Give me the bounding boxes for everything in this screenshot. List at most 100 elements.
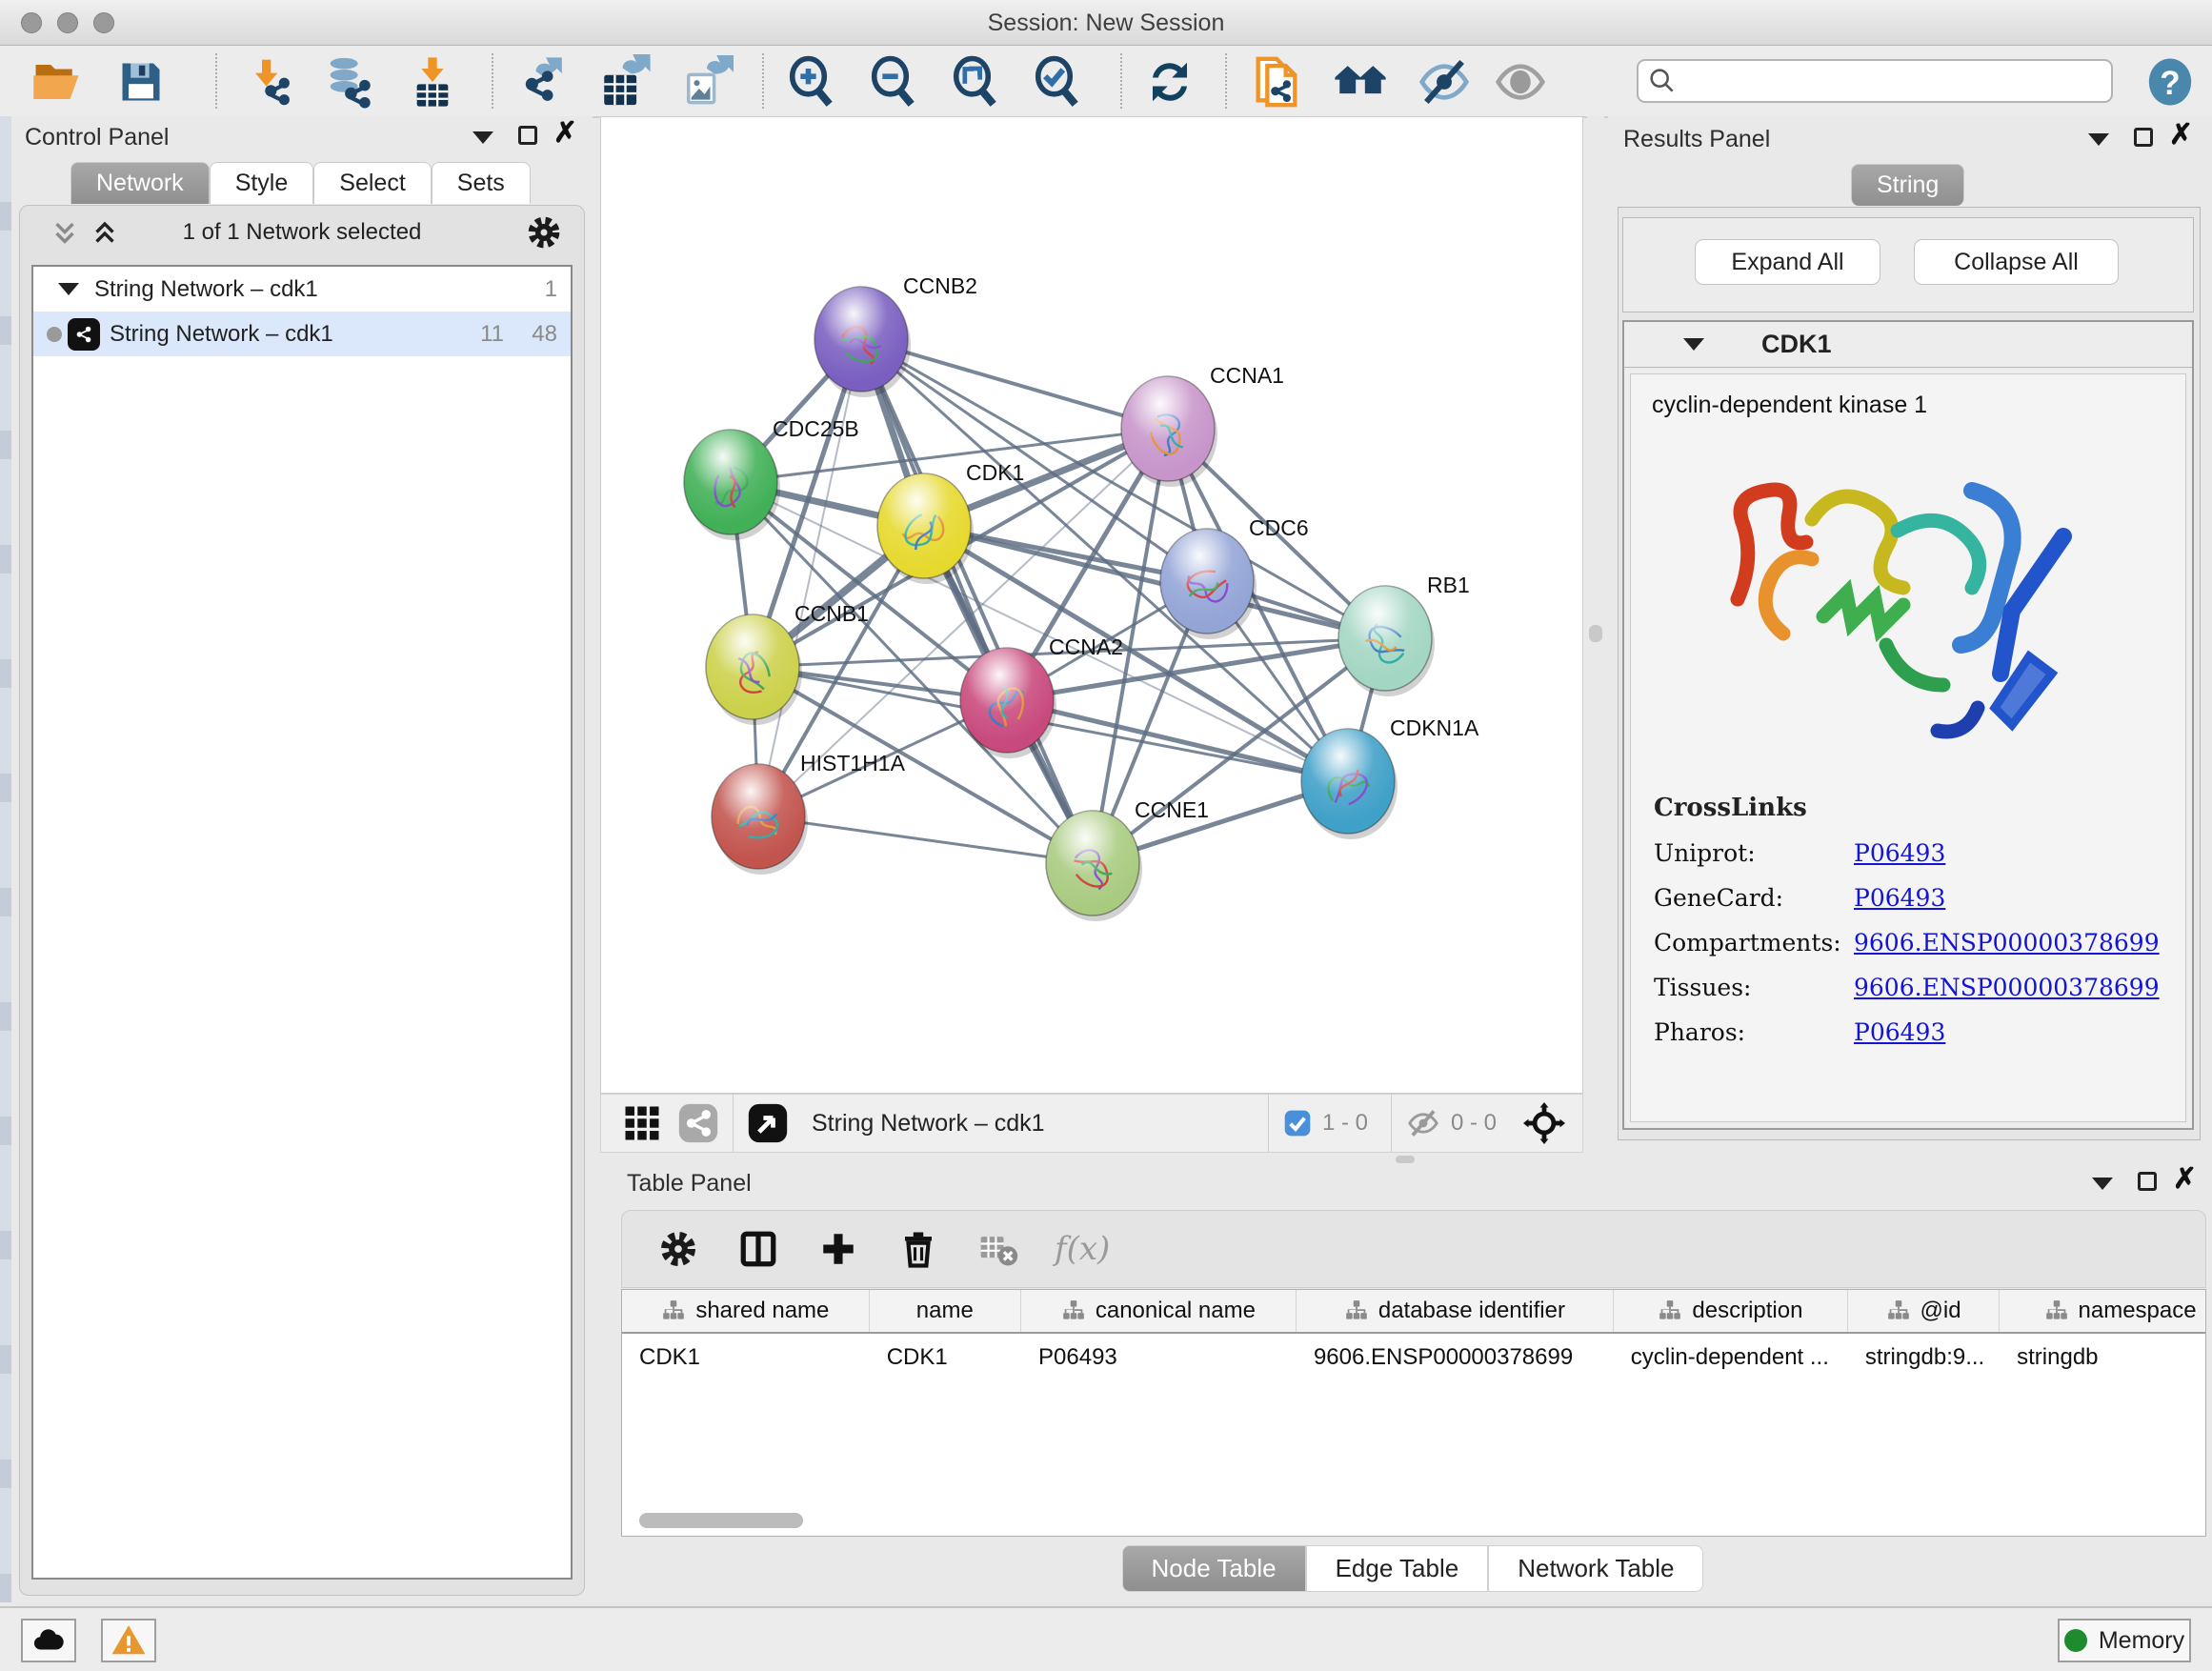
column-header-@id[interactable]: @id	[1848, 1290, 2000, 1332]
edge[interactable]	[758, 816, 1093, 863]
memory-button[interactable]: Memory	[2058, 1619, 2191, 1662]
zoom-fit-icon[interactable]	[947, 53, 1004, 111]
view-share-icon[interactable]	[677, 1102, 719, 1144]
cell-description[interactable]: cyclin-dependent ...	[1614, 1336, 1848, 1379]
network-options-gear-icon[interactable]	[525, 213, 563, 252]
birdseye-icon[interactable]	[747, 1102, 789, 1144]
node-CCNE1[interactable]	[1046, 811, 1142, 921]
tab-sets[interactable]: Sets	[432, 162, 531, 204]
hide-selected-icon[interactable]	[1416, 53, 1473, 111]
selected-checkbox-icon[interactable]	[1282, 1108, 1313, 1138]
pharos-link[interactable]: P06493	[1854, 1018, 1945, 1046]
expand-all-button[interactable]: Expand All	[1695, 239, 1880, 285]
tissues-link[interactable]: 9606.ENSP00000378699	[1854, 974, 2160, 1001]
tab-string[interactable]: String	[1851, 164, 1964, 206]
search-input[interactable]	[1686, 62, 2111, 100]
column-header-shared-name[interactable]: shared name	[622, 1290, 870, 1332]
tab-select[interactable]: Select	[313, 162, 431, 204]
tab-edge-table[interactable]: Edge Table	[1306, 1545, 1489, 1592]
panel-menu-icon[interactable]	[473, 131, 493, 144]
show-columns-icon[interactable]	[734, 1225, 782, 1273]
network-row[interactable]: String Network – cdk1 11 48	[33, 312, 571, 356]
float-panel-icon[interactable]	[518, 126, 537, 145]
node-CCNB1[interactable]	[706, 614, 802, 725]
save-session-icon[interactable]	[112, 53, 170, 111]
function-builder-icon[interactable]: f(x)	[1055, 1225, 1110, 1273]
cell-shared-name[interactable]: CDK1	[622, 1336, 870, 1379]
cell-namespace[interactable]: stringdb	[2000, 1336, 2206, 1379]
view-title: String Network – cdk1	[812, 1110, 1045, 1137]
help-icon[interactable]: ?	[2142, 53, 2199, 111]
column-header-name[interactable]: name	[870, 1290, 1021, 1332]
column-header-namespace[interactable]: namespace	[2000, 1290, 2206, 1332]
panel-menu-icon[interactable]	[2088, 133, 2109, 146]
search-box[interactable]	[1637, 59, 2113, 103]
panel-menu-icon[interactable]	[2092, 1178, 2113, 1190]
table-options-gear-icon[interactable]	[654, 1225, 702, 1273]
delete-column-trash-icon[interactable]	[895, 1225, 942, 1273]
divider-handle[interactable]	[1589, 625, 1602, 642]
column-header-database-identifier[interactable]: database identifier	[1297, 1290, 1614, 1332]
network-graph[interactable]: CCNB2CCNA1CDC25BCDK1CDC6RB1CCNB1CCNA2CDK…	[601, 117, 1584, 1095]
tab-node-table[interactable]: Node Table	[1122, 1545, 1306, 1592]
node-CCNA1[interactable]	[1121, 376, 1217, 487]
string-home-icon[interactable]	[1332, 53, 1389, 111]
section-expander-icon[interactable]	[1683, 338, 1704, 351]
column-header-canonical-name[interactable]: canonical name	[1021, 1290, 1297, 1332]
tab-network-table[interactable]: Network Table	[1488, 1545, 1703, 1592]
import-network-database-icon[interactable]	[320, 53, 377, 111]
close-panel-icon[interactable]: ✗	[2173, 1170, 2197, 1189]
export-network-icon[interactable]	[514, 53, 572, 111]
show-all-icon[interactable]	[1492, 53, 1549, 111]
tab-style[interactable]: Style	[210, 162, 314, 204]
import-network-file-icon[interactable]	[240, 53, 297, 111]
cell-database-identifier[interactable]: 9606.ENSP00000378699	[1297, 1336, 1614, 1379]
genecard-link[interactable]: P06493	[1854, 884, 1945, 912]
zoom-selected-icon[interactable]	[1029, 53, 1086, 111]
node-HIST1H1A[interactable]	[712, 764, 808, 875]
table-row[interactable]: CDK1CDK1P064939606.ENSP00000378699cyclin…	[622, 1336, 2206, 1379]
open-session-icon[interactable]	[29, 53, 86, 111]
export-table-icon[interactable]	[596, 53, 654, 111]
node-CDK1[interactable]	[877, 473, 974, 584]
tab-network[interactable]: Network	[70, 162, 210, 204]
collection-expander-icon[interactable]	[58, 283, 79, 295]
compartments-link[interactable]: 9606.ENSP00000378699	[1854, 929, 2160, 956]
hidden-eye-slash-icon[interactable]	[1405, 1105, 1441, 1141]
grid-mode-icon[interactable]	[622, 1103, 662, 1143]
divider-handle[interactable]	[1396, 1156, 1415, 1163]
node-CCNA2[interactable]	[960, 648, 1056, 758]
cell-@id[interactable]: stringdb:9...	[1848, 1336, 2000, 1379]
collapse-all-button[interactable]: Collapse All	[1914, 239, 2119, 285]
cell-name[interactable]: CDK1	[870, 1336, 1021, 1379]
apply-layout-icon[interactable]	[1141, 53, 1198, 111]
float-panel-icon[interactable]	[2138, 1172, 2157, 1191]
node-RB1[interactable]	[1338, 586, 1435, 696]
float-panel-icon[interactable]	[2134, 128, 2153, 147]
cloud-status-button[interactable]	[21, 1619, 76, 1662]
node-CCNB2[interactable]	[814, 287, 911, 397]
node-table[interactable]: shared namenamecanonical namedatabase id…	[621, 1289, 2206, 1537]
close-panel-icon[interactable]: ✗	[2169, 126, 2193, 145]
edge[interactable]	[1007, 700, 1348, 781]
close-panel-icon[interactable]: ✗	[553, 124, 577, 143]
cell-canonical-name[interactable]: P06493	[1021, 1336, 1297, 1379]
cdk1-section-header[interactable]: CDK1	[1624, 322, 2192, 368]
clone-network-icon[interactable]	[1248, 53, 1305, 111]
uniprot-link[interactable]: P06493	[1854, 839, 1945, 867]
create-column-icon[interactable]	[814, 1225, 862, 1273]
horizontal-scrollbar[interactable]	[639, 1513, 803, 1528]
table-tabs: Node TableEdge TableNetwork Table	[613, 1545, 2212, 1592]
node-CDKN1A[interactable]	[1301, 729, 1398, 839]
import-table-file-icon[interactable]	[404, 53, 461, 111]
delete-table-icon[interactable]	[975, 1225, 1022, 1273]
export-image-icon[interactable]	[678, 53, 735, 111]
zoom-out-icon[interactable]	[865, 53, 922, 111]
crosshair-icon[interactable]	[1523, 1102, 1565, 1144]
edge[interactable]	[758, 339, 861, 816]
warnings-button[interactable]	[101, 1619, 156, 1662]
zoom-in-icon[interactable]	[783, 53, 840, 111]
network-collection-row[interactable]: String Network – cdk1 1	[33, 267, 571, 312]
network-canvas[interactable]: CCNB2CCNA1CDC25BCDK1CDC6RB1CCNB1CCNA2CDK…	[600, 116, 1583, 1094]
column-header-description[interactable]: description	[1614, 1290, 1848, 1332]
